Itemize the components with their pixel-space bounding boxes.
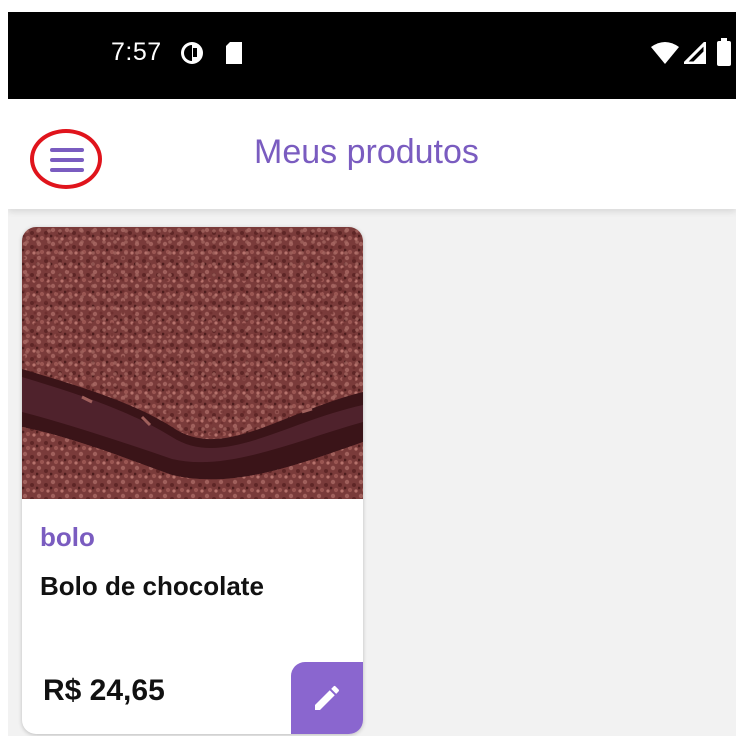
product-image — [22, 227, 363, 499]
edit-button[interactable] — [291, 662, 363, 734]
app-bar: Meus produtos — [8, 99, 736, 209]
status-bar: 7:57 — [8, 12, 736, 99]
status-time: 7:57 — [111, 38, 162, 66]
menu-button[interactable] — [30, 129, 102, 189]
product-price: R$ 24,65 — [43, 674, 165, 707]
product-name: Bolo de chocolate — [40, 571, 264, 601]
product-category: bolo — [40, 522, 95, 552]
cell-signal-icon — [681, 39, 707, 69]
page-title: Meus produtos — [254, 133, 479, 171]
sd-card-icon — [224, 41, 244, 70]
pencil-edit-icon — [315, 685, 340, 710]
app-screen: 7:57 Meus produtos bolo Bolo de chocolat… — [8, 12, 736, 736]
wifi-icon — [650, 41, 680, 70]
product-card[interactable]: bolo Bolo de chocolate R$ 24,65 — [22, 227, 363, 734]
app-notification-icon — [180, 41, 204, 70]
hamburger-menu-icon — [50, 148, 84, 172]
battery-icon — [716, 38, 732, 71]
